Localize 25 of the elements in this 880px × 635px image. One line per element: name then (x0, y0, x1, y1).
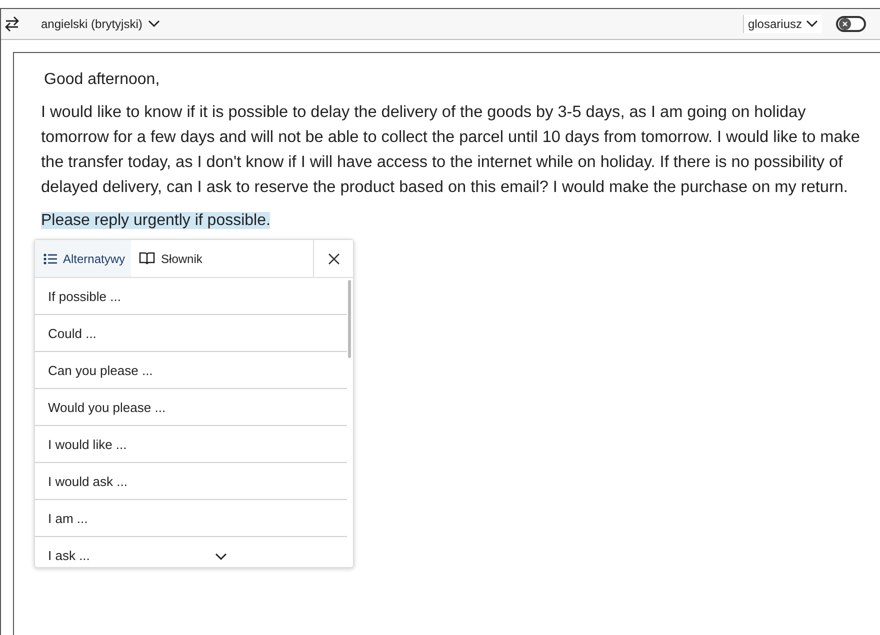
language-dropdown[interactable]: angielski (brytyjski) (39, 15, 162, 33)
body-paragraph: I would like to know if it is possible to delay the delivery of the goods by 3-5 days, as I am going on holiday tomorrow for a few days and will not be able to collect the parcel until 10 days from tomorrow. I would like to make the transfer today, as I don't know if I will have access to the internet while on holiday. If there is no possibility of delayed delivery, can I ask to reserve the product based on this email? I would make the purchase on my return. (41, 102, 860, 198)
caret-icon (148, 20, 160, 28)
greeting-text: Good afternoon, (44, 70, 161, 90)
alternative-item[interactable]: I am ... (35, 500, 347, 537)
close-icon (328, 252, 340, 264)
document-editor[interactable] (13, 52, 880, 635)
glossary-dropdown[interactable]: glosariusz (742, 15, 822, 33)
alternative-item[interactable]: Would you please ... (35, 389, 347, 426)
alternative-item[interactable]: I would ask ... (35, 463, 347, 500)
x-icon (842, 21, 848, 27)
highlighted-sentence[interactable]: Please reply urgently if possible. (41, 212, 270, 229)
popup-tab[interactable]: Alternatywy (35, 240, 132, 277)
glossary-toggle[interactable] (836, 16, 866, 32)
alternative-item[interactable]: I would like ... (35, 426, 347, 463)
list-icon (43, 252, 57, 264)
swap-icon[interactable] (5, 16, 19, 32)
book-icon (139, 252, 156, 265)
alternative-item[interactable]: If possible ... (35, 278, 347, 315)
alternative-item[interactable]: Can you please ... (35, 352, 347, 389)
alternative-item[interactable]: I ask ... (35, 537, 347, 567)
caret-icon (806, 20, 818, 28)
chevron-down-icon[interactable] (215, 553, 227, 561)
alternative-item[interactable]: Could ... (35, 315, 347, 352)
scrollbar[interactable] (348, 280, 351, 358)
